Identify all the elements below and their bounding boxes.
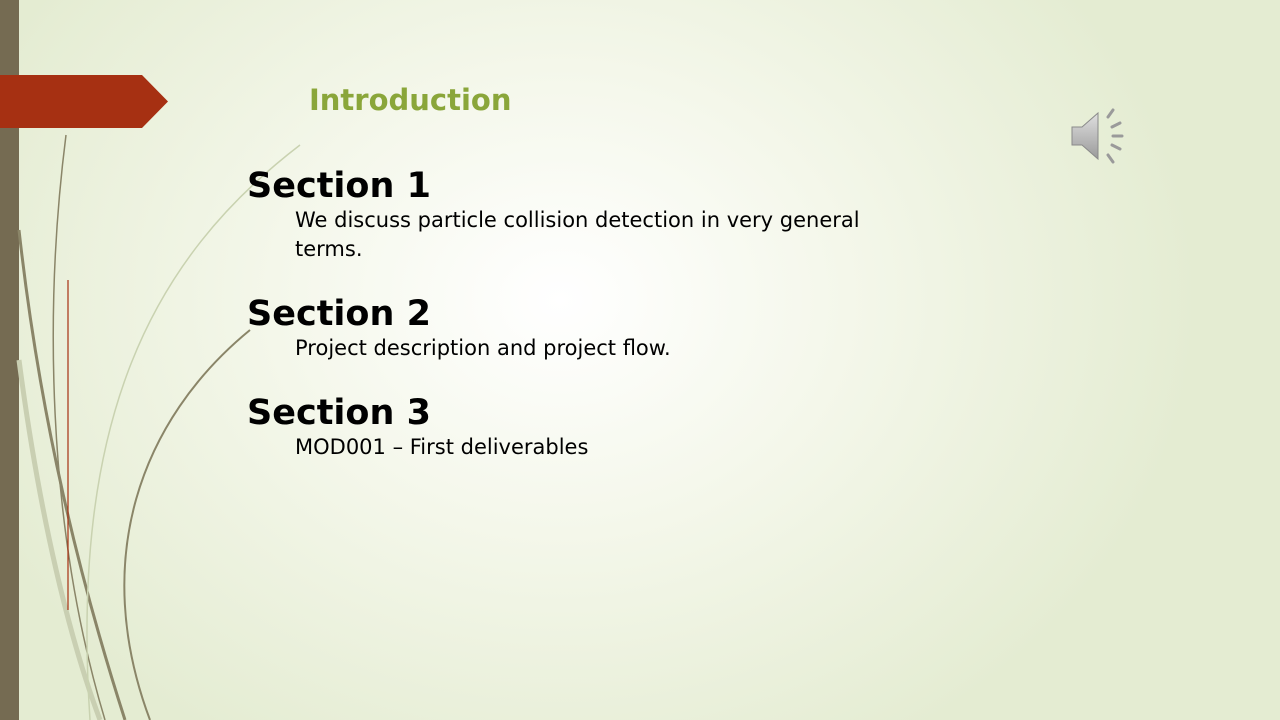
section-description: MOD001 – First deliverables xyxy=(295,435,589,459)
section-list: Section 1 We discuss particle collision … xyxy=(247,166,947,492)
section-item: Section 1 We discuss particle collision … xyxy=(247,166,947,264)
speaker-icon[interactable] xyxy=(1068,105,1134,167)
section-heading: Section 2 xyxy=(247,294,431,334)
section-item: Section 2 Project description and projec… xyxy=(247,294,947,363)
section-heading: Section 3 xyxy=(247,393,431,433)
title-arrow-marker xyxy=(0,75,168,128)
section-description: Project description and project flow. xyxy=(295,336,671,360)
section-heading: Section 1 xyxy=(247,166,431,206)
section-item: Section 3 MOD001 – First deliverables xyxy=(247,393,947,462)
slide-title: Introduction xyxy=(309,83,512,117)
section-description: We discuss particle collision detection … xyxy=(295,208,860,261)
